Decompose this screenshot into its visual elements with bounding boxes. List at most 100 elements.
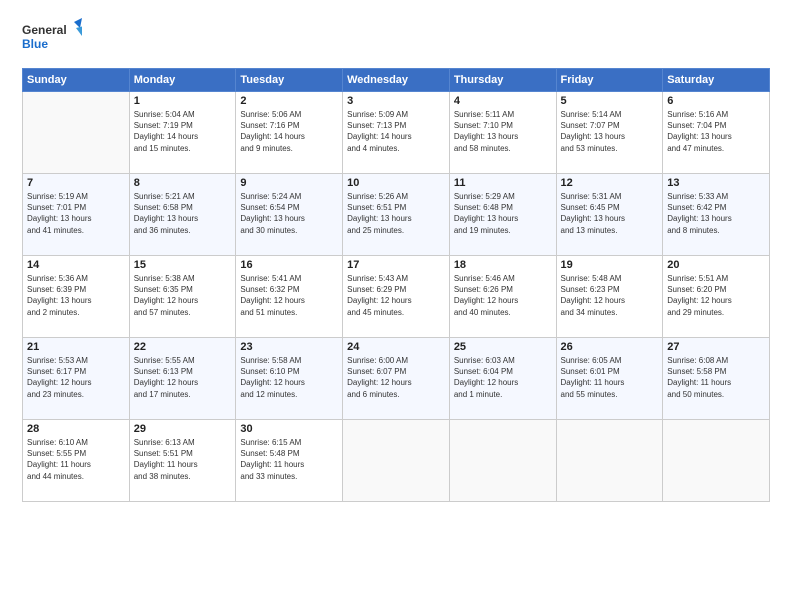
day-number: 19 [561, 259, 659, 271]
day-number: 8 [134, 177, 232, 189]
weekday-header-row: SundayMondayTuesdayWednesdayThursdayFrid… [23, 69, 770, 92]
calendar-cell: 26 Sunrise: 6:05 AM Sunset: 6:01 PM Dayli… [556, 338, 663, 420]
calendar-cell: 6 Sunrise: 5:16 AM Sunset: 7:04 PM Daylig… [663, 92, 770, 174]
day-info: Sunrise: 5:21 AM Sunset: 6:58 PM Dayligh… [134, 191, 232, 236]
logo: General Blue [22, 18, 82, 58]
day-number: 3 [347, 95, 445, 107]
day-info: Sunrise: 6:13 AM Sunset: 5:51 PM Dayligh… [134, 437, 232, 482]
calendar-cell: 24Sunrise: 6:00 AM Sunset: 6:07 PM Dayli… [343, 338, 450, 420]
day-number: 7 [27, 177, 125, 189]
day-number: 25 [454, 341, 552, 353]
logo-svg: General Blue [22, 18, 82, 58]
calendar-cell: 14 Sunrise: 5:36 AM Sunset: 6:39 PM Dayli… [23, 256, 130, 338]
day-info: Sunrise: 5:09 AM Sunset: 7:13 PM Dayligh… [347, 109, 445, 154]
weekday-header-friday: Friday [556, 69, 663, 92]
day-info: Sunrise: 5:29 AM Sunset: 6:48 PM Dayligh… [454, 191, 552, 236]
calendar-cell: 27 Sunrise: 6:08 AM Sunset: 5:58 PM Dayli… [663, 338, 770, 420]
day-info: Sunrise: 5:33 AM Sunset: 6:42 PM Dayligh… [667, 191, 765, 236]
calendar-cell: 13 Sunrise: 5:33 AM Sunset: 6:42 PM Dayli… [663, 174, 770, 256]
calendar-cell: 2 Sunrise: 5:06 AM Sunset: 7:16 PM Daylig… [236, 92, 343, 174]
day-number: 21 [27, 341, 125, 353]
day-number: 11 [454, 177, 552, 189]
day-info: Sunrise: 5:24 AM Sunset: 6:54 PM Dayligh… [240, 191, 338, 236]
calendar-cell: 15 Sunrise: 5:38 AM Sunset: 6:35 PM Dayli… [129, 256, 236, 338]
calendar-cell: 28Sunrise: 6:10 AM Sunset: 5:55 PM Dayli… [23, 420, 130, 502]
calendar-table: SundayMondayTuesdayWednesdayThursdayFrid… [22, 68, 770, 502]
day-info: Sunrise: 5:46 AM Sunset: 6:26 PM Dayligh… [454, 273, 552, 318]
day-number: 30 [240, 423, 338, 435]
day-info: Sunrise: 5:51 AM Sunset: 6:20 PM Dayligh… [667, 273, 765, 318]
day-number: 17 [347, 259, 445, 271]
day-info: Sunrise: 5:36 AM Sunset: 6:39 PM Dayligh… [27, 273, 125, 318]
calendar-cell: 16 Sunrise: 5:41 AM Sunset: 6:32 PM Dayli… [236, 256, 343, 338]
calendar-cell: 21 Sunrise: 5:53 AM Sunset: 6:17 PM Dayli… [23, 338, 130, 420]
day-number: 6 [667, 95, 765, 107]
day-info: Sunrise: 5:06 AM Sunset: 7:16 PM Dayligh… [240, 109, 338, 154]
calendar-week-1: 1 Sunrise: 5:04 AM Sunset: 7:19 PM Daylig… [23, 92, 770, 174]
day-number: 26 [561, 341, 659, 353]
calendar-cell: 4Sunrise: 5:11 AM Sunset: 7:10 PM Daylig… [449, 92, 556, 174]
svg-text:General: General [22, 23, 67, 37]
calendar-cell [449, 420, 556, 502]
day-number: 2 [240, 95, 338, 107]
day-number: 27 [667, 341, 765, 353]
day-info: Sunrise: 6:15 AM Sunset: 5:48 PM Dayligh… [240, 437, 338, 482]
day-number: 1 [134, 95, 232, 107]
weekday-header-sunday: Sunday [23, 69, 130, 92]
day-number: 16 [240, 259, 338, 271]
calendar-cell [663, 420, 770, 502]
day-info: Sunrise: 5:53 AM Sunset: 6:17 PM Dayligh… [27, 355, 125, 400]
day-info: Sunrise: 5:43 AM Sunset: 6:29 PM Dayligh… [347, 273, 445, 318]
day-info: Sunrise: 5:19 AM Sunset: 7:01 PM Dayligh… [27, 191, 125, 236]
day-info: Sunrise: 5:31 AM Sunset: 6:45 PM Dayligh… [561, 191, 659, 236]
calendar-cell: 11 Sunrise: 5:29 AM Sunset: 6:48 PM Dayli… [449, 174, 556, 256]
calendar-cell [23, 92, 130, 174]
day-number: 22 [134, 341, 232, 353]
day-info: Sunrise: 6:08 AM Sunset: 5:58 PM Dayligh… [667, 355, 765, 400]
page-header: General Blue [22, 18, 770, 58]
day-number: 24 [347, 341, 445, 353]
day-info: Sunrise: 5:48 AM Sunset: 6:23 PM Dayligh… [561, 273, 659, 318]
weekday-header-wednesday: Wednesday [343, 69, 450, 92]
calendar-week-2: 7 Sunrise: 5:19 AM Sunset: 7:01 PM Daylig… [23, 174, 770, 256]
day-info: Sunrise: 5:11 AM Sunset: 7:10 PM Dayligh… [454, 109, 552, 154]
day-info: Sunrise: 5:16 AM Sunset: 7:04 PM Dayligh… [667, 109, 765, 154]
day-number: 29 [134, 423, 232, 435]
calendar-cell: 5 Sunrise: 5:14 AM Sunset: 7:07 PM Daylig… [556, 92, 663, 174]
calendar-cell: 7 Sunrise: 5:19 AM Sunset: 7:01 PM Daylig… [23, 174, 130, 256]
calendar-week-5: 28Sunrise: 6:10 AM Sunset: 5:55 PM Dayli… [23, 420, 770, 502]
weekday-header-thursday: Thursday [449, 69, 556, 92]
day-info: Sunrise: 5:26 AM Sunset: 6:51 PM Dayligh… [347, 191, 445, 236]
day-number: 14 [27, 259, 125, 271]
calendar-cell: 17 Sunrise: 5:43 AM Sunset: 6:29 PM Dayli… [343, 256, 450, 338]
day-number: 15 [134, 259, 232, 271]
day-info: Sunrise: 5:41 AM Sunset: 6:32 PM Dayligh… [240, 273, 338, 318]
day-number: 12 [561, 177, 659, 189]
day-number: 28 [27, 423, 125, 435]
day-info: Sunrise: 5:58 AM Sunset: 6:10 PM Dayligh… [240, 355, 338, 400]
calendar-cell: 20 Sunrise: 5:51 AM Sunset: 6:20 PM Dayli… [663, 256, 770, 338]
calendar-cell: 19 Sunrise: 5:48 AM Sunset: 6:23 PM Dayli… [556, 256, 663, 338]
calendar-cell: 10 Sunrise: 5:26 AM Sunset: 6:51 PM Dayli… [343, 174, 450, 256]
calendar-cell: 30 Sunrise: 6:15 AM Sunset: 5:48 PM Dayli… [236, 420, 343, 502]
day-info: Sunrise: 5:04 AM Sunset: 7:19 PM Dayligh… [134, 109, 232, 154]
day-info: Sunrise: 5:55 AM Sunset: 6:13 PM Dayligh… [134, 355, 232, 400]
day-number: 23 [240, 341, 338, 353]
calendar-week-3: 14 Sunrise: 5:36 AM Sunset: 6:39 PM Dayli… [23, 256, 770, 338]
weekday-header-saturday: Saturday [663, 69, 770, 92]
day-info: Sunrise: 5:14 AM Sunset: 7:07 PM Dayligh… [561, 109, 659, 154]
calendar-cell: 8 Sunrise: 5:21 AM Sunset: 6:58 PM Daylig… [129, 174, 236, 256]
day-number: 9 [240, 177, 338, 189]
day-info: Sunrise: 5:38 AM Sunset: 6:35 PM Dayligh… [134, 273, 232, 318]
calendar-cell: 22 Sunrise: 5:55 AM Sunset: 6:13 PM Dayli… [129, 338, 236, 420]
day-number: 20 [667, 259, 765, 271]
weekday-header-tuesday: Tuesday [236, 69, 343, 92]
day-number: 13 [667, 177, 765, 189]
calendar-cell: 9 Sunrise: 5:24 AM Sunset: 6:54 PM Daylig… [236, 174, 343, 256]
day-number: 5 [561, 95, 659, 107]
calendar-week-4: 21 Sunrise: 5:53 AM Sunset: 6:17 PM Dayli… [23, 338, 770, 420]
calendar-cell: 3 Sunrise: 5:09 AM Sunset: 7:13 PM Daylig… [343, 92, 450, 174]
day-number: 10 [347, 177, 445, 189]
day-info: Sunrise: 6:03 AM Sunset: 6:04 PM Dayligh… [454, 355, 552, 400]
day-info: Sunrise: 6:05 AM Sunset: 6:01 PM Dayligh… [561, 355, 659, 400]
